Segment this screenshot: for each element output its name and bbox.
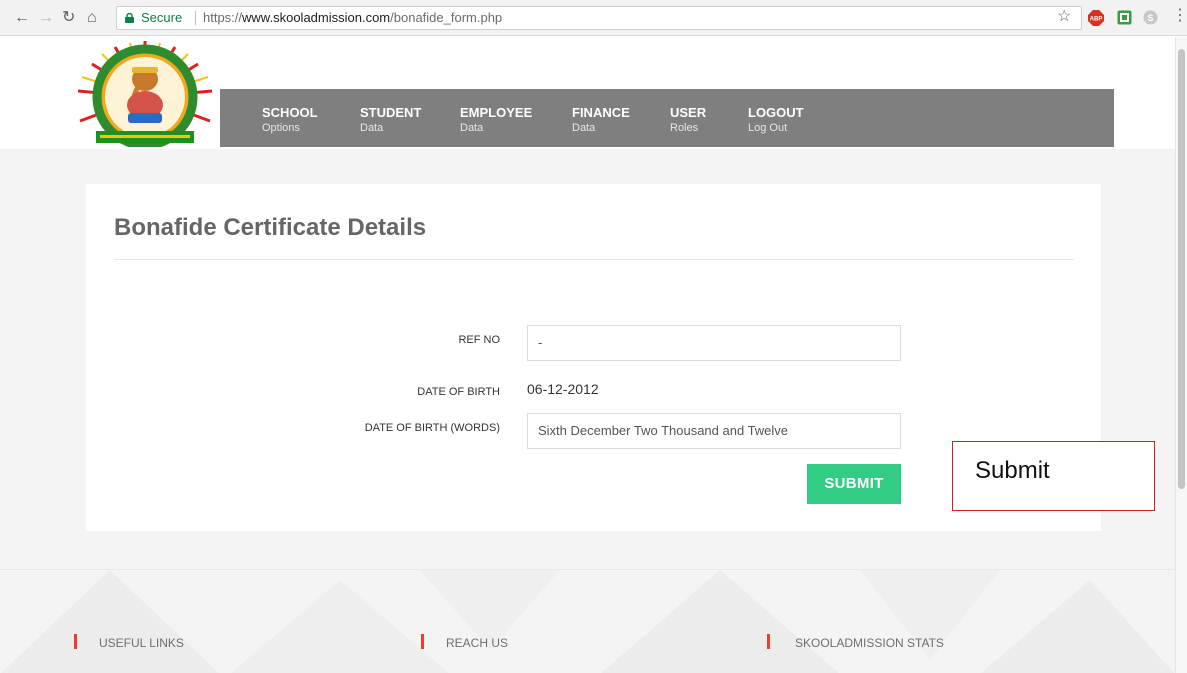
title-divider [114,259,1074,260]
footer-heading-stats: SKOOLADMISSION STATS [795,636,944,650]
site-header: SCHOOL Options STUDENT Data EMPLOYEE Dat… [0,37,1175,149]
menu-item-employee[interactable]: EMPLOYEE Data [460,105,532,136]
skype-icon[interactable]: S [1143,10,1158,25]
dob-label: DATE OF BIRTH [417,386,500,398]
ref-no-field[interactable]: - [527,325,901,361]
menu-item-finance[interactable]: FINANCE Data [572,105,630,136]
footer-heading-reach-us: REACH US [446,636,509,650]
url-text: https://www.skooladmission.com/bonafide_… [203,10,503,25]
svg-text:ABP: ABP [1090,17,1103,23]
dob-words-label: DATE OF BIRTH (WORDS) [364,422,500,434]
forward-icon[interactable]: → [38,9,54,27]
menu-icon[interactable]: ⋮ [1172,8,1187,24]
menu-item-user[interactable]: USER Roles [670,105,706,136]
menu-item-logout[interactable]: LOGOUT Log Out [748,105,804,136]
page-title: Bonafide Certificate Details [114,214,427,241]
back-icon[interactable]: ← [14,9,30,27]
extension-icon[interactable] [1117,10,1132,25]
reload-icon[interactable]: ↻ [62,9,75,27]
svg-text:S: S [1147,13,1153,23]
adblock-icon[interactable]: ABP [1088,10,1104,26]
footer-accent-bar [421,634,424,649]
secure-label: Secure [141,10,183,25]
main-menu: SCHOOL Options STUDENT Data EMPLOYEE Dat… [220,89,1114,147]
address-separator [195,11,196,25]
footer-accent-bar [767,634,770,649]
page-scrollbar[interactable] [1175,37,1187,673]
footer-accent-bar [74,634,77,649]
dob-words-field[interactable]: Sixth December Two Thousand and Twelve [527,413,901,449]
footer-heading-useful-links: USEFUL LINKS [99,636,184,650]
site-footer: USEFUL LINKS REACH US SKOOLADMISSION STA… [0,569,1175,673]
browser-toolbar: ← → ↻ ⌂ Secure https://www.skooladmissio… [0,0,1187,36]
school-logo[interactable] [70,39,220,147]
star-icon[interactable]: ☆ [1057,9,1071,25]
submit-button[interactable]: SUBMIT [807,464,901,504]
footer-pattern [1,570,1175,673]
home-icon[interactable]: ⌂ [87,9,97,27]
ref-no-label: REF NO [458,334,500,346]
lock-icon [125,13,134,23]
dob-value: 06-12-2012 [527,381,599,397]
menu-item-student[interactable]: STUDENT Data [360,105,421,136]
menu-item-school[interactable]: SCHOOL Options [262,105,318,136]
address-bar[interactable]: Secure https://www.skooladmission.com/bo… [116,6,1082,30]
page-viewport: SCHOOL Options STUDENT Data EMPLOYEE Dat… [0,37,1175,673]
scrollbar-thumb[interactable] [1178,49,1185,489]
bonafide-form-card: Bonafide Certificate Details REF NO - DA… [86,184,1101,531]
submit-annotation-callout: Submit [952,441,1155,511]
